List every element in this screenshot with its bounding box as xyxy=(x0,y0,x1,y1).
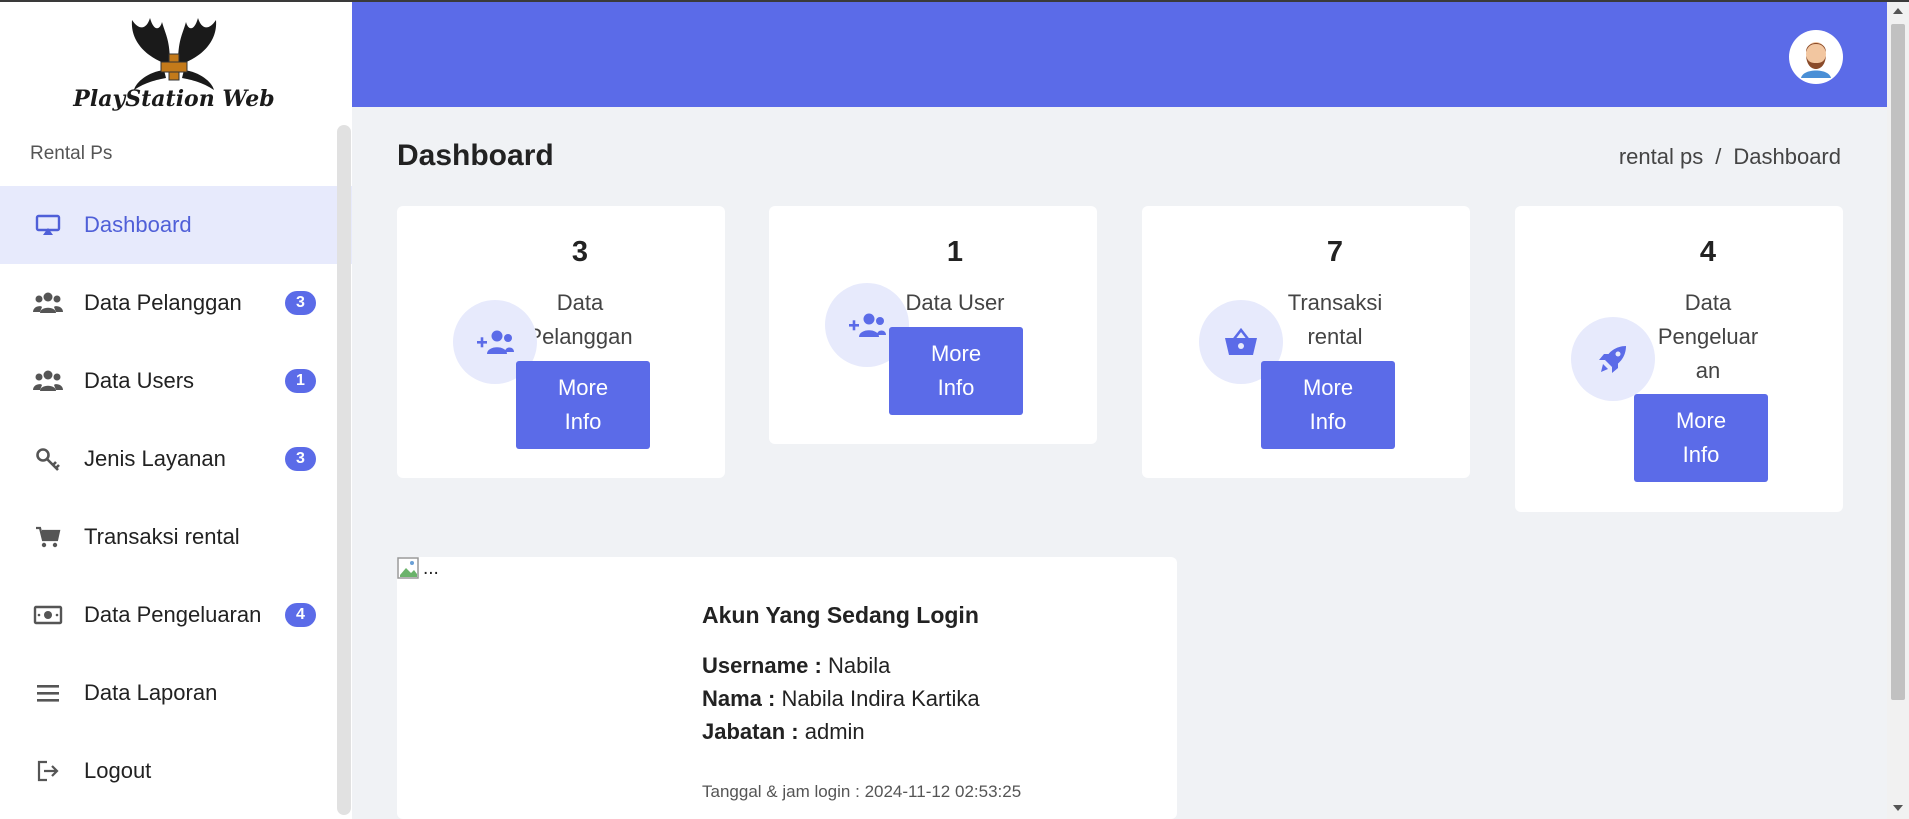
breadcrumb-home-link[interactable]: rental ps xyxy=(1619,144,1703,170)
sidebar-item-jenis-layanan[interactable]: Jenis Layanan 3 xyxy=(0,420,352,498)
sidebar-scrollbar[interactable] xyxy=(337,125,351,815)
breadcrumb: rental ps / Dashboard xyxy=(1619,144,1841,170)
cart-icon xyxy=(33,525,63,549)
stat-count: 3 xyxy=(571,236,589,268)
sidebar-item-logout[interactable]: Logout xyxy=(0,732,352,810)
logo-image: PlayStation Web xyxy=(72,18,275,112)
username-value: Nabila xyxy=(827,653,891,678)
users-icon xyxy=(33,291,63,315)
jabatan-label: Jabatan : xyxy=(702,719,799,744)
login-time-label: Tanggal & jam login : xyxy=(702,782,860,801)
page-title: Dashboard xyxy=(397,139,554,172)
nama-row: Nama : Nabila Indira Kartika xyxy=(702,686,980,712)
nama-label: Nama : xyxy=(702,686,776,711)
more-info-button[interactable]: More Info xyxy=(1634,394,1768,482)
stat-title: Transaksi rental xyxy=(1287,290,1383,349)
count-badge: 3 xyxy=(285,291,316,315)
logo[interactable]: PlayStation Web xyxy=(52,10,297,120)
stat-count: 4 xyxy=(1699,236,1717,268)
sidebar-item-label: Logout xyxy=(84,758,152,783)
sidebar-item-label: Data Pelanggan xyxy=(84,290,242,315)
broken-image-alt-text: ... xyxy=(423,558,439,579)
stat-count: 7 xyxy=(1326,236,1344,268)
username-label: Username : xyxy=(702,653,822,678)
count-badge: 3 xyxy=(285,447,316,471)
sidebar-section-label: Rental Ps xyxy=(30,143,113,164)
users-icon xyxy=(33,369,63,393)
sidebar-item-data-pelanggan[interactable]: Data Pelanggan 3 xyxy=(0,264,352,342)
login-timestamp: Tanggal & jam login : 2024-11-12 02:53:2… xyxy=(702,782,1021,802)
scroll-down-arrow-icon[interactable] xyxy=(1893,805,1903,811)
sidebar-item-dashboard[interactable]: Dashboard xyxy=(0,186,352,264)
stat-card-data-user: 1 Data User More Info xyxy=(769,206,1097,444)
nama-value: Nabila Indira Kartika xyxy=(781,686,980,711)
sidebar-item-label: Data Laporan xyxy=(84,680,218,705)
broken-image-icon: ... xyxy=(397,557,439,581)
username-row: Username : Nabila xyxy=(702,653,890,679)
scroll-up-arrow-icon[interactable] xyxy=(1893,8,1903,14)
sidebar-item-data-laporan[interactable]: Data Laporan xyxy=(0,654,352,732)
sidebar-item-label: Jenis Layanan xyxy=(84,446,226,471)
count-badge: 4 xyxy=(285,603,316,627)
more-info-button[interactable]: More Info xyxy=(516,361,650,449)
stat-card-transaksi-rental: 7 Transaksi rental More Info xyxy=(1142,206,1470,478)
logo-text: PlayStation Web xyxy=(72,86,274,112)
jabatan-value: admin xyxy=(804,719,865,744)
sidebar-item-transaksi-rental[interactable]: Transaksi rental xyxy=(0,498,352,576)
page-scrollbar[interactable] xyxy=(1887,0,1909,819)
login-info-card: ... Akun Yang Sedang Login Username : Na… xyxy=(397,557,1177,819)
sidebar-item-label: Data Pengeluaran xyxy=(84,602,262,627)
rocket-icon xyxy=(1571,317,1655,401)
sidebar-item-data-pengeluaran[interactable]: Data Pengeluaran 4 xyxy=(0,576,352,654)
sidebar-item-label: Transaksi rental xyxy=(84,524,240,549)
breadcrumb-separator: / xyxy=(1715,144,1722,169)
sidebar: PlayStation Web Rental Ps Dashboard Data… xyxy=(0,0,352,819)
top-header xyxy=(352,2,1887,107)
menu-icon xyxy=(33,681,63,705)
count-badge: 1 xyxy=(285,369,316,393)
sidebar-item-label: Dashboard xyxy=(84,212,192,237)
stat-title: Data Pengeluar an xyxy=(1657,290,1759,383)
scrollbar-thumb[interactable] xyxy=(1891,24,1905,700)
money-icon xyxy=(33,603,63,627)
more-info-button[interactable]: More Info xyxy=(1261,361,1395,449)
breadcrumb-current: Dashboard xyxy=(1733,144,1841,169)
sidebar-item-data-users[interactable]: Data Users 1 xyxy=(0,342,352,420)
stat-card-data-pengeluaran: 4 Data Pengeluar an More Info xyxy=(1515,206,1843,512)
window-top-border xyxy=(0,0,1909,2)
stat-card-data-pelanggan: 3 Data Pelanggan More Info xyxy=(397,206,725,478)
login-time-value: 2024-11-12 02:53:25 xyxy=(864,782,1022,801)
sidebar-nav: Dashboard Data Pelanggan 3 Data Users 1 … xyxy=(0,186,352,810)
user-avatar-icon[interactable] xyxy=(1789,30,1843,84)
monitor-icon xyxy=(33,213,63,237)
logout-icon xyxy=(33,759,63,783)
more-info-button[interactable]: More Info xyxy=(889,327,1023,415)
jabatan-row: Jabatan : admin xyxy=(702,719,865,745)
login-card-title: Akun Yang Sedang Login xyxy=(702,602,979,628)
key-icon xyxy=(33,447,63,471)
sidebar-item-label: Data Users xyxy=(84,368,195,393)
stat-count: 1 xyxy=(946,236,964,268)
